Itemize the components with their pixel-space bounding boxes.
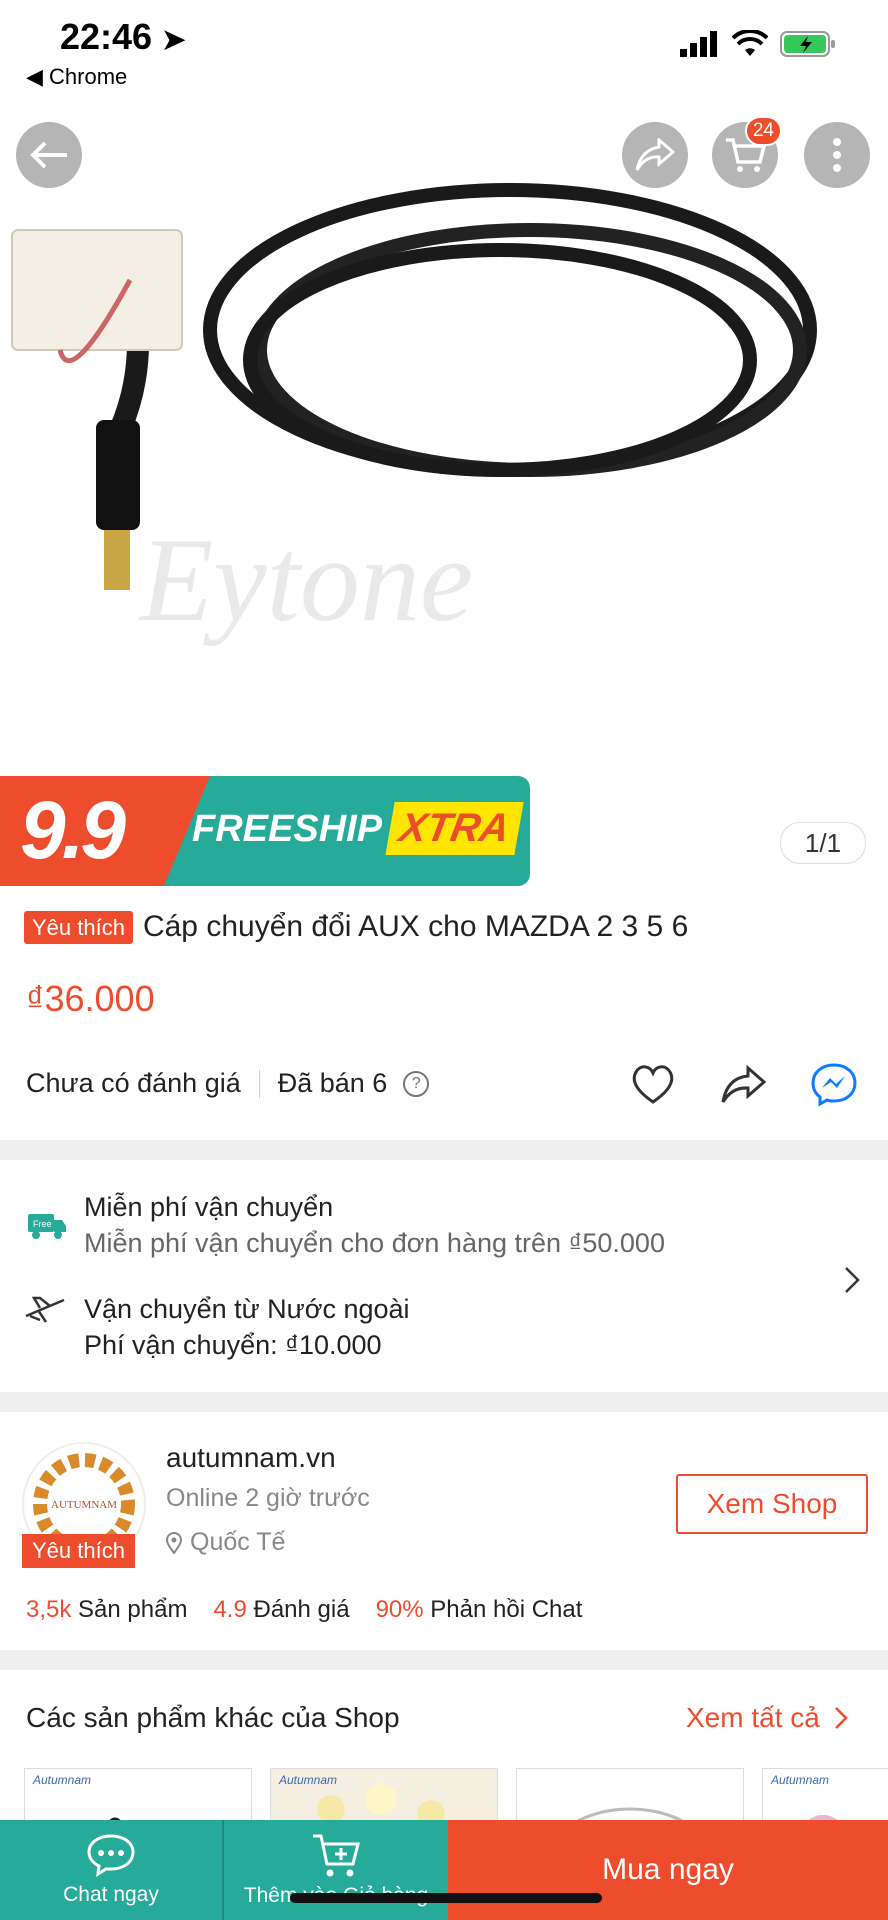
shop-chat-stat: 90% Phản hồi Chat bbox=[375, 1596, 583, 1623]
product-image[interactable]: Eytone bbox=[0, 100, 888, 760]
bottom-action-bar: Chat ngay Thêm vào Giỏ hàng Mua ngay bbox=[0, 1820, 888, 1920]
promo-99-text: 9.9 bbox=[20, 785, 126, 876]
battery-icon bbox=[780, 31, 835, 57]
buy-now-button[interactable]: Mua ngay bbox=[448, 1820, 888, 1920]
international-shipping-fee: Phí vận chuyển: ₫10.000 bbox=[84, 1330, 382, 1360]
shop-location-text: Quốc Tế bbox=[190, 1528, 286, 1556]
cart-button[interactable]: 24 bbox=[712, 116, 782, 188]
shop-products-stat: 3,5k Sản phẩm bbox=[26, 1596, 188, 1623]
location-pin-icon bbox=[166, 1531, 182, 1554]
chat-now-label: Chat ngay bbox=[63, 1883, 159, 1906]
home-indicator bbox=[290, 1893, 602, 1903]
free-ship-icon: Free bbox=[24, 1210, 68, 1245]
section-gap bbox=[0, 1140, 888, 1160]
heart-icon[interactable] bbox=[630, 1063, 676, 1105]
image-counter: 1/1 bbox=[780, 822, 866, 864]
share-icon bbox=[635, 138, 675, 171]
add-to-cart-icon bbox=[313, 1834, 360, 1877]
airplane-icon bbox=[24, 1294, 66, 1329]
back-button[interactable] bbox=[16, 122, 82, 188]
sold-count: Đã bán 6 bbox=[277, 1068, 388, 1098]
product-image-drawing: Eytone bbox=[11, 183, 817, 646]
view-all-link[interactable]: Xem tất cả bbox=[686, 1702, 848, 1734]
free-ship-icon-text: Free bbox=[33, 1219, 52, 1229]
shop-name[interactable]: autumnam.vn bbox=[166, 1442, 336, 1474]
add-to-cart-button[interactable]: Thêm vào Giỏ hàng bbox=[222, 1820, 448, 1920]
status-bar: 22:46 ➤ ◀ Chrome bbox=[0, 0, 888, 100]
more-options-button[interactable] bbox=[804, 122, 870, 188]
thumb-watermark: Autumnam bbox=[33, 1773, 92, 1787]
view-shop-button[interactable]: Xem Shop bbox=[676, 1474, 868, 1534]
chevron-right-icon[interactable] bbox=[844, 1266, 860, 1294]
status-icons bbox=[680, 30, 836, 58]
arrow-left-icon bbox=[30, 141, 67, 169]
section-gap bbox=[0, 1392, 888, 1412]
more-vertical-icon bbox=[833, 138, 841, 172]
shop-stats: 3,5k Sản phẩm 4.9 Đánh giá 90% Phản hồi … bbox=[26, 1596, 582, 1624]
share-product-icon[interactable] bbox=[720, 1064, 766, 1104]
thumb-watermark: Autumnam bbox=[771, 1773, 830, 1787]
free-shipping-title: Miễn phí vận chuyển bbox=[84, 1192, 334, 1222]
international-shipping-title: Vận chuyển từ Nước ngoài bbox=[84, 1294, 410, 1324]
chat-now-button[interactable]: Chat ngay bbox=[0, 1820, 222, 1920]
promo-freeship-text: FREESHIP bbox=[192, 808, 383, 850]
shop-online-status: Online 2 giờ trước bbox=[166, 1484, 370, 1512]
shop-rating-stat: 4.9 Đánh giá bbox=[213, 1596, 350, 1623]
avatar-text: AUTUMNAM bbox=[51, 1499, 117, 1511]
product-price: ₫36.000 bbox=[26, 978, 155, 1019]
thumb-watermark: Autumnam bbox=[279, 1773, 338, 1787]
product-stats: Chưa có đánh giá Đã bán 6 ? bbox=[26, 1068, 430, 1099]
shipping-section[interactable]: Free Miễn phí vận chuyển Miễn phí vận ch… bbox=[0, 1160, 888, 1390]
section-gap bbox=[0, 1650, 888, 1670]
other-products-heading: Các sản phẩm khác của Shop bbox=[26, 1702, 400, 1733]
free-shipping-subtitle: Miễn phí vận chuyển cho đơn hàng trên ₫5… bbox=[84, 1228, 665, 1258]
product-actions bbox=[630, 1062, 858, 1106]
shop-location: Quốc Tế bbox=[166, 1528, 285, 1557]
promo-xtra-text: XTRA bbox=[385, 802, 524, 855]
wifi-icon bbox=[732, 30, 768, 56]
share-button[interactable] bbox=[622, 122, 688, 188]
rating-status: Chưa có đánh giá bbox=[26, 1068, 241, 1098]
cart-count-badge: 24 bbox=[744, 116, 782, 146]
messenger-icon[interactable] bbox=[810, 1062, 858, 1106]
product-title-text: Cáp chuyển đổi AUX cho MAZDA 2 3 5 6 bbox=[142, 910, 689, 943]
stats-divider bbox=[258, 1069, 260, 1098]
shop-favorite-tag: Yêu thích bbox=[22, 1534, 135, 1568]
product-title: Yêu thích Cáp chuyển đổi AUX cho MAZDA 2 … bbox=[24, 910, 864, 945]
chevron-right-icon bbox=[834, 1707, 848, 1729]
signal-icon bbox=[680, 31, 717, 57]
status-time: 22:46 ➤ bbox=[60, 16, 186, 57]
help-icon[interactable]: ? bbox=[403, 1070, 430, 1097]
watermark-text: Eytone bbox=[138, 513, 473, 646]
freeship-promo-banner: 9.9 FREESHIP XTRA bbox=[0, 776, 530, 886]
back-to-chrome[interactable]: ◀ Chrome bbox=[26, 64, 127, 90]
favorite-tag: Yêu thích bbox=[24, 911, 133, 945]
view-all-label: Xem tất cả bbox=[686, 1702, 820, 1733]
chat-bubble-icon bbox=[87, 1834, 135, 1877]
